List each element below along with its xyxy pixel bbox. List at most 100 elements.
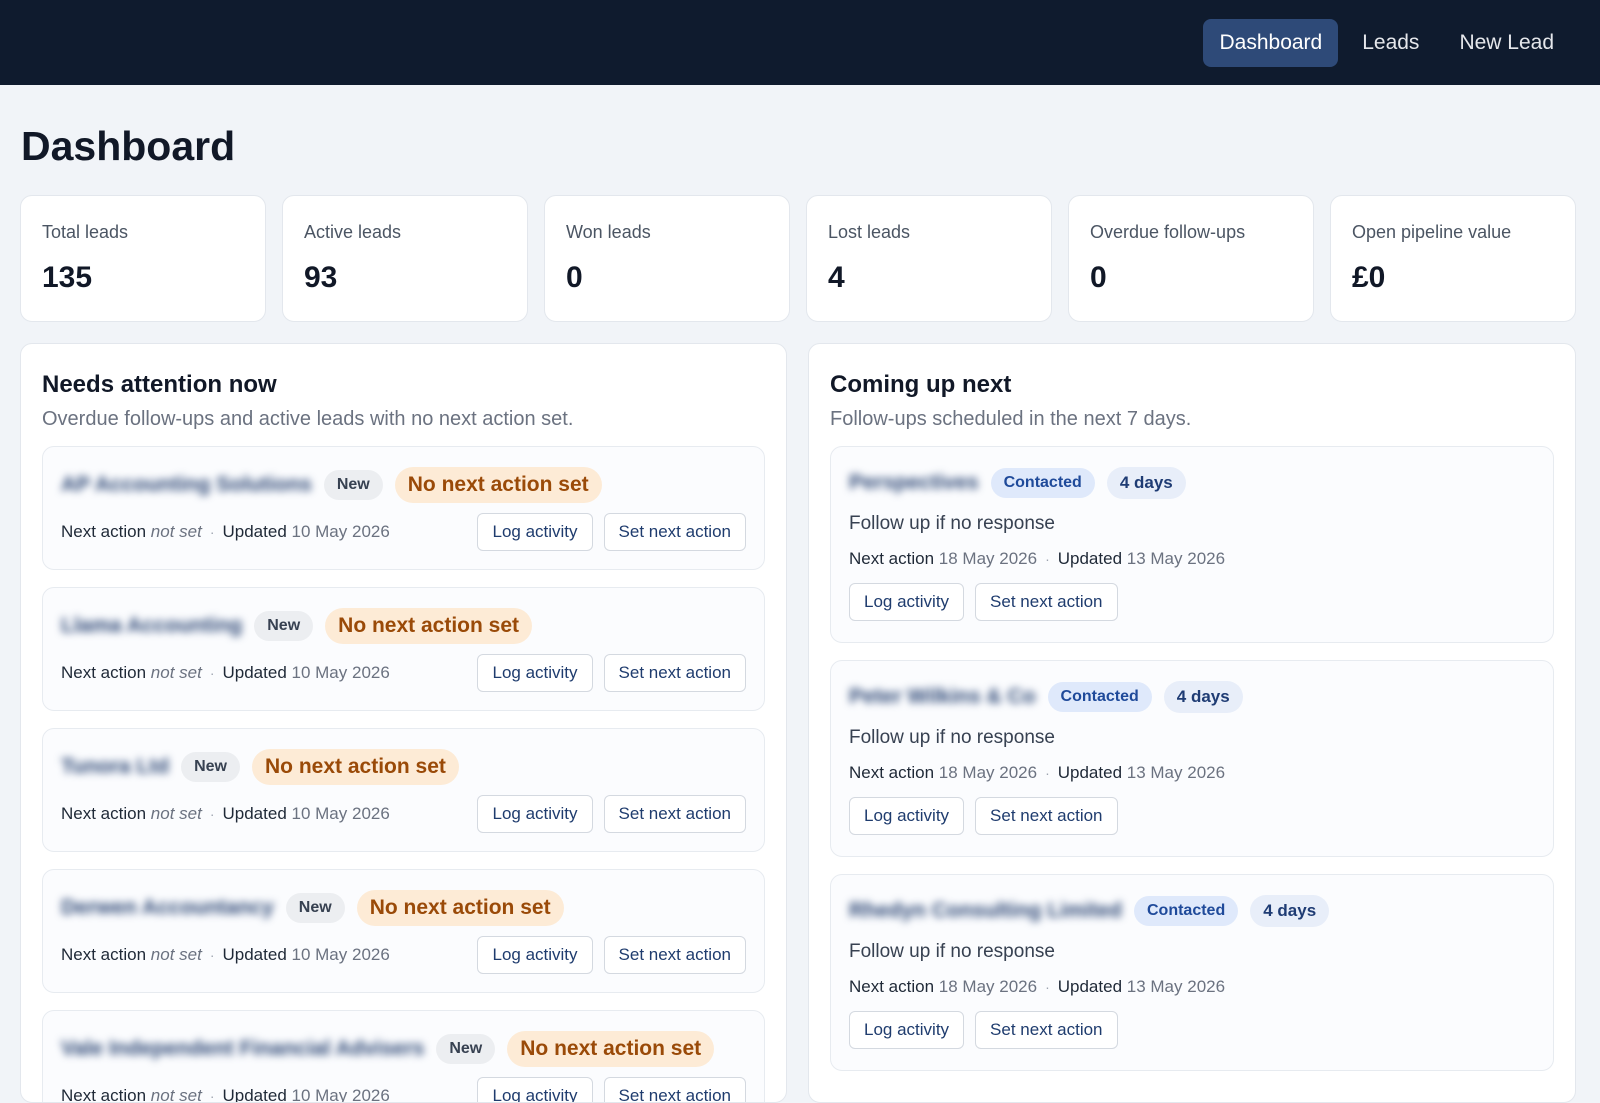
updated-label: Updated [1057,763,1123,782]
updated-label: Updated [1057,549,1123,568]
coming-up-panel: Coming up next Follow-ups scheduled in t… [808,343,1576,1103]
lead-meta: Next action not set · Updated 10 May 202… [61,663,390,683]
lead-meta: Next action not set · Updated 10 May 202… [61,1086,390,1103]
lead-meta: Next action not set · Updated 10 May 202… [61,945,390,965]
warning-badge: No next action set [394,467,602,503]
set-next-action-button[interactable]: Set next action [975,583,1118,621]
log-activity-button[interactable]: Log activity [477,795,593,833]
updated-value: 10 May 2026 [291,1086,390,1103]
next-action-label: Next action [61,663,147,682]
updated-label: Updated [222,522,287,541]
log-activity-button[interactable]: Log activity [477,936,593,974]
set-next-action-button[interactable]: Set next action [975,797,1118,835]
stat-value: £0 [1352,261,1386,294]
lead-name-link[interactable]: Tunora Ltd [61,755,169,779]
stat-value: 0 [1090,261,1107,294]
log-activity-button[interactable]: Log activity [477,1077,593,1102]
lead-meta: Next action 18 May 2026 · Updated 13 May… [849,977,1535,997]
warning-badge: No next action set [325,608,533,644]
attention-lead-card: Llama Accounting New No next action set … [42,587,765,711]
upcoming-lead-card: Rhedyn Consulting Limited Contacted 4 da… [830,874,1554,1071]
lead-name-link[interactable]: Peter Wilkins & Co [849,685,1036,709]
updated-value: 13 May 2026 [1126,549,1226,568]
page-title: Dashboard [21,123,236,169]
days-badge: 4 days [1106,467,1186,499]
panel-title: Coming up next [830,371,1012,398]
lead-name-link[interactable]: Rhedyn Consulting Limited [849,899,1122,923]
status-badge: New [323,470,383,500]
lead-name-link[interactable]: Derwen Accountancy [61,896,274,920]
next-action-value: 18 May 2026 [938,977,1038,996]
separator-dot: · [209,524,215,540]
attention-lead-card: Derwen Accountancy New No next action se… [42,869,765,993]
stat-label: Won leads [566,222,651,242]
separator-dot: · [1045,551,1050,567]
log-activity-button[interactable]: Log activity [477,654,593,692]
next-action-value: not set [150,522,202,541]
updated-value: 10 May 2026 [291,663,390,682]
follow-up-note: Follow up if no response [849,727,1055,748]
panel-subtitle: Overdue follow-ups and active leads with… [42,408,574,430]
stat-value: 93 [304,261,338,294]
lead-name-link[interactable]: AP Accounting Solutions [61,473,312,497]
next-action-value: not set [150,804,202,823]
lead-meta: Next action 18 May 2026 · Updated 13 May… [849,763,1535,783]
stat-label: Total leads [42,222,129,242]
stat-value: 4 [828,261,845,294]
lead-name-link[interactable]: Llama Accounting [61,614,242,638]
nav-dashboard[interactable]: Dashboard [1203,18,1339,67]
upcoming-lead-card: Perspectives Contacted 4 days Follow up … [830,446,1554,643]
next-action-value: 18 May 2026 [938,763,1038,782]
set-next-action-button[interactable]: Set next action [603,1077,746,1102]
lead-name-link[interactable]: Perspectives [849,471,979,495]
stat-label: Overdue follow-ups [1090,222,1246,242]
next-action-label: Next action [849,763,935,782]
follow-up-note: Follow up if no response [849,513,1055,534]
set-next-action-button[interactable]: Set next action [603,795,746,833]
upcoming-list: Perspectives Contacted 4 days Follow up … [830,446,1554,1071]
updated-value: 13 May 2026 [1126,763,1226,782]
set-next-action-button[interactable]: Set next action [603,654,746,692]
log-activity-button[interactable]: Log activity [849,583,965,621]
log-activity-button[interactable]: Log activity [849,1011,965,1049]
lead-name-link[interactable]: Vale Independent Financial Advisers [61,1037,424,1061]
separator-dot: · [209,806,215,822]
attention-lead-card: Tunora Ltd New No next action set Next a… [42,728,765,852]
status-badge: Contacted [990,468,1095,498]
stat-value: 0 [566,261,583,294]
updated-value: 13 May 2026 [1126,977,1226,996]
next-action-label: Next action [61,804,147,823]
stats-row: Total leads 135 Active leads 93 Won lead… [20,195,1576,322]
stat-card-lost-leads: Lost leads 4 [806,195,1052,322]
next-action-value: not set [150,1086,202,1103]
days-badge: 4 days [1250,895,1330,927]
log-activity-button[interactable]: Log activity [849,797,965,835]
stat-label: Active leads [304,222,402,242]
updated-label: Updated [222,663,287,682]
set-next-action-button[interactable]: Set next action [603,936,746,974]
next-action-value: not set [150,945,202,964]
warning-badge: No next action set [252,749,459,785]
lead-meta: Next action not set · Updated 10 May 202… [61,522,390,542]
nav-new-lead[interactable]: New Lead [1443,19,1570,67]
nav-leads[interactable]: Leads [1346,19,1435,67]
status-badge: Contacted [1134,896,1239,926]
next-action-label: Next action [849,977,935,996]
next-action-label: Next action [849,549,935,568]
separator-dot: · [209,1088,215,1103]
log-activity-button[interactable]: Log activity [477,513,593,551]
status-badge: New [436,1034,496,1064]
days-badge: 4 days [1163,681,1243,713]
stat-card-overdue-follow-ups: Overdue follow-ups 0 [1068,195,1314,322]
separator-dot: · [1045,765,1050,781]
next-action-value: not set [150,663,202,682]
updated-label: Updated [222,945,287,964]
separator-dot: · [209,947,215,963]
set-next-action-button[interactable]: Set next action [603,513,746,551]
set-next-action-button[interactable]: Set next action [975,1011,1118,1049]
stat-label: Open pipeline value [1352,222,1512,242]
updated-label: Updated [1057,977,1123,996]
status-badge: Contacted [1047,682,1152,712]
status-badge: New [181,752,240,782]
separator-dot: · [1045,979,1050,995]
